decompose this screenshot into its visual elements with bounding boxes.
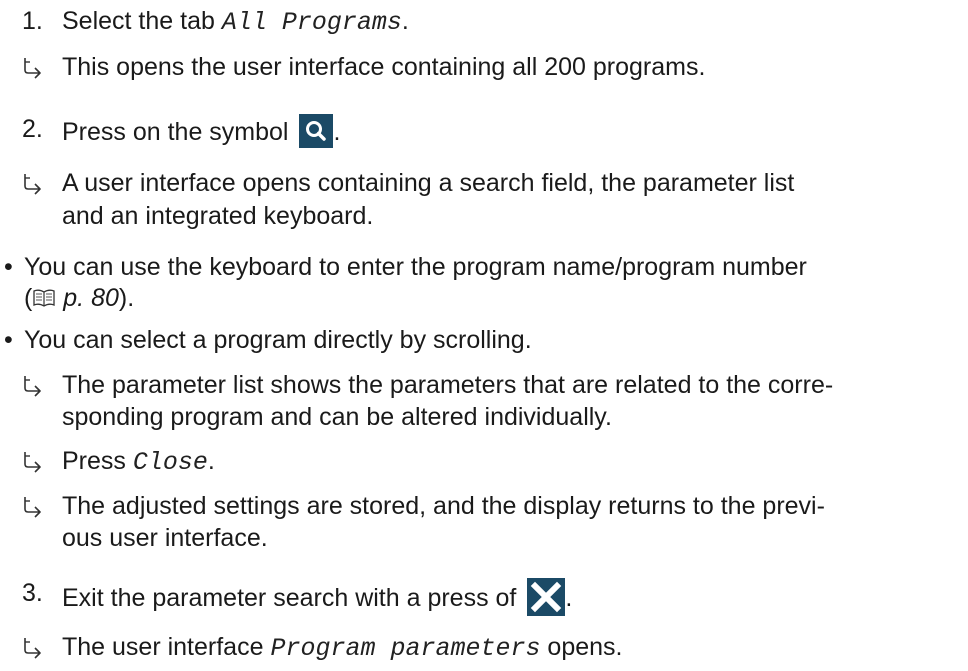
result-text-after: . (207, 447, 215, 475)
step-text-before: Exit the parameter search with a press o… (62, 584, 524, 612)
result-text-after: opens. (540, 633, 623, 661)
result-text-line2: ous user interface. (62, 524, 268, 552)
result-arrow-icon (20, 54, 44, 84)
step-number: 2. (22, 115, 43, 143)
result-text-before: The user interface (62, 633, 271, 661)
step-text-before: Select the tab (62, 7, 222, 35)
step-text: Select the tab All Programs. (62, 6, 409, 38)
result-text-line2: and an integrated keyboard. (62, 202, 374, 230)
step-text: Press on the symbol . (62, 114, 340, 148)
result-text-line2: sponding program and can be altered indi… (62, 403, 612, 431)
result-text-line1: The adjusted settings are stored, and th… (62, 492, 825, 520)
step-text-after: . (401, 7, 409, 35)
search-icon (299, 114, 334, 148)
bullet-dot: • (4, 326, 13, 354)
paren-close: ). (118, 284, 135, 312)
paren-open: ( (24, 284, 33, 312)
ui-term-all-programs: All Programs (221, 8, 402, 37)
step-text-before: Press on the symbol (62, 118, 296, 146)
book-icon (32, 285, 56, 307)
ui-term-program-parameters: Program parameters (270, 634, 541, 663)
bullet-text: You can select a program directly by scr… (24, 326, 532, 354)
result-text: Press Close. (62, 446, 215, 478)
bullet-text-line2: ( p. 80). (24, 283, 134, 313)
step-number: 1. (22, 7, 43, 35)
step-text-after: . (565, 584, 573, 612)
result-arrow-icon (20, 372, 44, 402)
result-text: The user interface Program parameters op… (62, 632, 623, 664)
step-text: Exit the parameter search with a press o… (62, 578, 572, 616)
ui-term-close: Close (132, 448, 208, 477)
bullet-dot: • (4, 253, 13, 281)
result-arrow-icon (20, 448, 44, 478)
result-text-before: Press (62, 447, 133, 475)
step-number: 3. (22, 579, 43, 607)
close-icon (527, 578, 566, 616)
page-ref-link[interactable]: p. 80 (63, 284, 119, 312)
result-arrow-icon (20, 493, 44, 523)
result-arrow-icon (20, 170, 44, 200)
result-text-line1: A user interface opens containing a sear… (62, 169, 795, 197)
result-text-line1: The parameter list shows the parameters … (62, 371, 834, 399)
step-text-after: . (333, 118, 341, 146)
bullet-text-line1: You can use the keyboard to enter the pr… (24, 253, 807, 281)
result-text: This opens the user interface containing… (62, 53, 706, 81)
result-arrow-icon (20, 634, 44, 664)
